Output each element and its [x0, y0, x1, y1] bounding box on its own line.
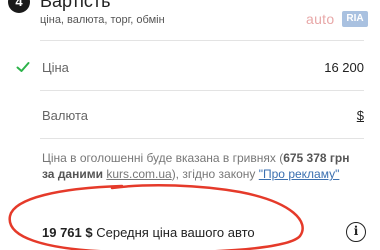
average-price-label: Середня ціна вашого авто — [96, 225, 255, 240]
price-conversion-note: Ціна в оголошенні буде вказана в гривнях… — [42, 150, 364, 182]
divider — [40, 40, 364, 41]
note-text-after: ), згідно закону — [171, 167, 256, 181]
step-subtitle: ціна, валюта, торг, обмін — [40, 14, 165, 26]
divider — [40, 138, 364, 139]
average-price-value: 19 761 $ — [42, 225, 93, 240]
autoria-logo: auto RIA — [306, 10, 368, 28]
red-highlight-circle — [8, 184, 304, 250]
note-text-before: Ціна в оголошенні буде вказана в гривнях… — [42, 151, 284, 165]
average-price-row: 19 761 $ Середня ціна вашого авто — [42, 225, 255, 241]
currency-selector[interactable]: $ — [357, 108, 364, 124]
note-site: kurs.com.ua — [106, 167, 172, 181]
checkmark-icon — [16, 62, 30, 72]
step-title: Вартість — [40, 0, 111, 11]
currency-label: Валюта — [42, 108, 88, 123]
price-label: Ціна — [42, 60, 69, 75]
info-icon[interactable]: i — [346, 222, 366, 242]
price-field[interactable]: 16 200 — [324, 60, 364, 76]
advertising-law-link[interactable]: "Про рекламу" — [259, 167, 340, 181]
logo-auto-text: auto — [306, 11, 335, 27]
logo-ria-text: RIA — [342, 11, 368, 27]
divider — [40, 90, 364, 91]
step-number-badge: 4 — [8, 0, 30, 13]
